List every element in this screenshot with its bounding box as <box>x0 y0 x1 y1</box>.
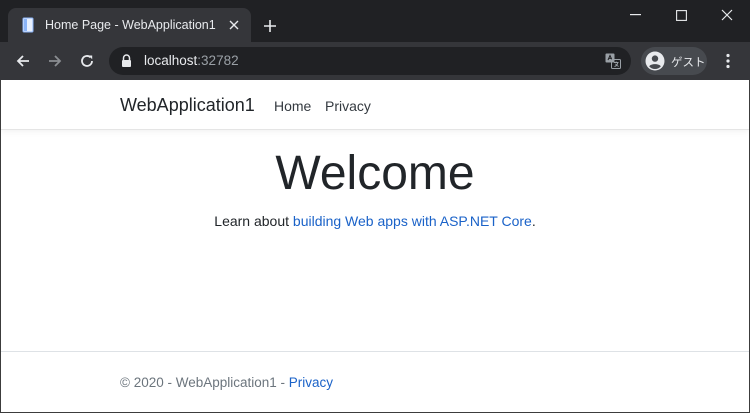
intro-suffix: . <box>531 213 536 229</box>
site-header: WebApplication1 Home Privacy <box>1 80 749 130</box>
translate-icon[interactable] <box>605 53 621 74</box>
url-port: :32782 <box>197 53 239 68</box>
minimize-icon[interactable] <box>612 0 658 30</box>
intro-text: Learn about building Web apps with ASP.N… <box>1 213 749 229</box>
maximize-icon[interactable] <box>658 0 704 30</box>
nav-link-privacy[interactable]: Privacy <box>325 98 371 114</box>
intro-prefix: Learn about <box>214 213 293 229</box>
tab-title: Home Page - WebApplication1 <box>45 18 216 32</box>
footer-privacy-link[interactable]: Privacy <box>289 375 333 390</box>
page-icon <box>21 17 37 33</box>
nav-link-home[interactable]: Home <box>274 98 311 114</box>
page-title: Welcome <box>275 147 475 200</box>
brand-link[interactable]: WebApplication1 <box>120 95 255 116</box>
site-footer: © 2020 - WebApplication1 - Privacy <box>1 351 749 412</box>
url-text: localhost:32782 <box>144 53 239 68</box>
reload-icon[interactable] <box>74 48 100 74</box>
address-bar[interactable]: localhost:32782 <box>109 47 631 75</box>
profile-label: ゲスト <box>671 57 706 69</box>
footer-text: © 2020 - WebApplication1 - Privacy <box>120 375 333 390</box>
browser-tab[interactable]: Home Page - WebApplication1 <box>8 8 251 42</box>
new-tab-icon[interactable] <box>259 15 281 37</box>
aspnet-docs-link[interactable]: building Web apps with ASP.NET Core <box>293 213 532 229</box>
close-window-icon[interactable] <box>704 0 750 30</box>
page-viewport: WebApplication1 Home Privacy Welcome Lea… <box>1 80 749 412</box>
lock-icon[interactable] <box>121 54 132 72</box>
avatar-icon <box>645 51 665 76</box>
copyright-text: © 2020 - WebApplication1 - <box>120 375 289 390</box>
forward-arrow-icon[interactable] <box>42 48 68 74</box>
close-tab-icon[interactable] <box>225 16 243 34</box>
more-menu-icon[interactable] <box>716 48 740 74</box>
profile-button[interactable]: ゲスト <box>641 47 707 75</box>
tab-strip: Home Page - WebApplication1 <box>0 0 750 42</box>
url-host: localhost <box>144 53 198 68</box>
browser-toolbar: localhost:32782 ゲスト <box>0 42 750 80</box>
back-arrow-icon[interactable] <box>10 48 36 74</box>
